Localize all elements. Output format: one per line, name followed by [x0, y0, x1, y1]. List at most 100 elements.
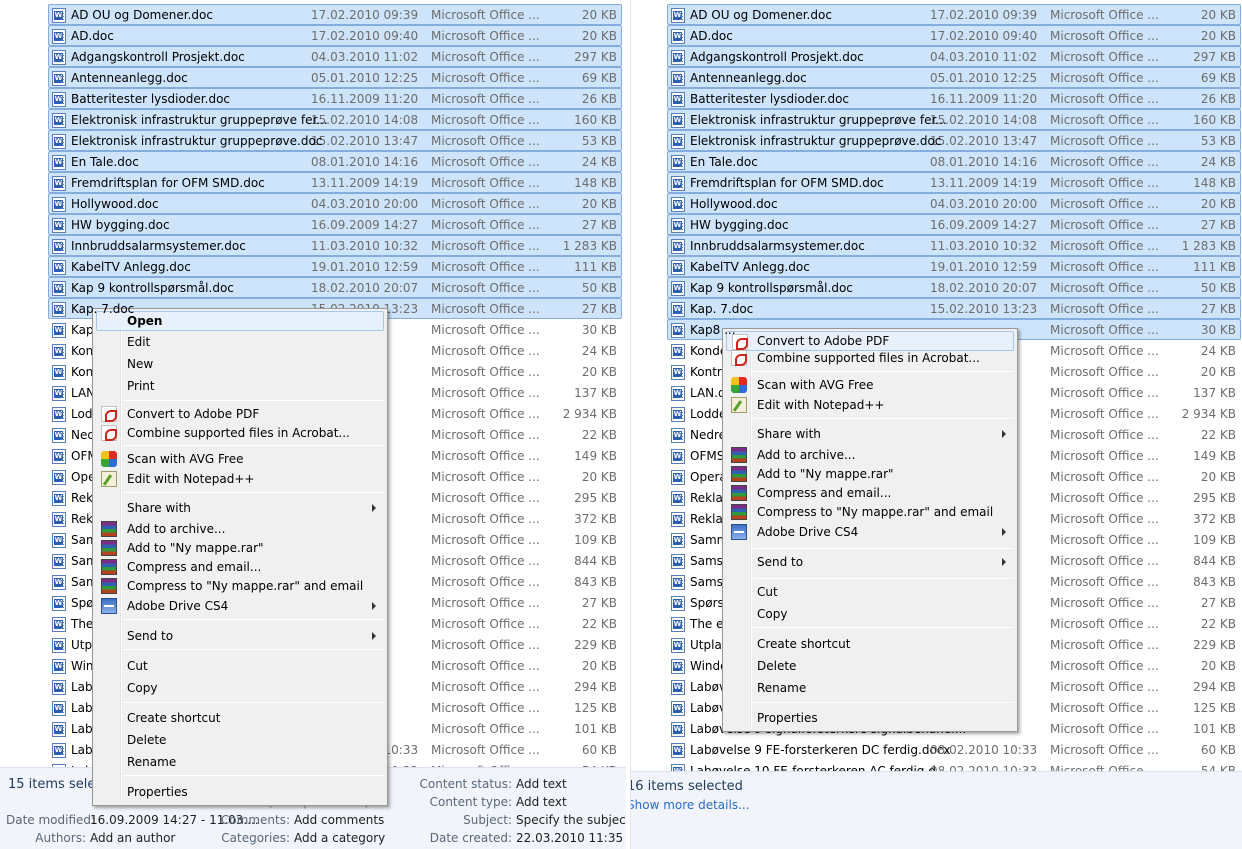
file-type: Microsoft Office ...	[1050, 701, 1159, 715]
file-row[interactable]: Batteritester lysdioder.doc16.11.2009 11…	[48, 88, 622, 109]
menu-item-share-with[interactable]: Share with	[726, 424, 1014, 444]
file-row[interactable]: Elektronisk infrastruktur gruppeprøve.do…	[48, 130, 622, 151]
selection-count: 16 items selected	[630, 779, 743, 794]
file-row[interactable]: HW bygging.doc16.09.2009 14:27Microsoft …	[667, 214, 1241, 235]
word-document-icon	[671, 491, 685, 506]
file-size: 22 KB	[581, 617, 617, 631]
menu-item-combine-supported-files-in-acrobat[interactable]: Combine supported files in Acrobat...	[726, 348, 1014, 368]
file-row[interactable]: Kap 9 kontrollspørsmål.doc18.02.2010 20:…	[48, 277, 622, 298]
menu-item-rename[interactable]: Rename	[726, 678, 1014, 698]
adobe-drive-icon	[731, 524, 747, 540]
menu-item-rename[interactable]: Rename	[96, 752, 384, 772]
file-row[interactable]: AD.doc17.02.2010 09:40Microsoft Office .…	[667, 25, 1241, 46]
content-type-value[interactable]: Add text	[516, 795, 567, 809]
file-row[interactable]: HW bygging.doc16.09.2009 14:27Microsoft …	[48, 214, 622, 235]
menu-item-convert-to-adobe-pdf[interactable]: Convert to Adobe PDF	[96, 404, 384, 424]
file-row[interactable]: Elektronisk infrastruktur gruppeprøve.do…	[667, 130, 1241, 151]
file-row[interactable]: AD.doc17.02.2010 09:40Microsoft Office .…	[48, 25, 622, 46]
menu-item-label: Share with	[127, 501, 191, 515]
word-document-icon	[671, 323, 685, 338]
menu-item-share-with[interactable]: Share with	[96, 498, 384, 518]
file-row[interactable]: Elektronisk infrastruktur gruppeprøve fe…	[48, 109, 622, 130]
file-type: Microsoft Office ...	[431, 176, 540, 190]
menu-item-edit-with-notepad[interactable]: Edit with Notepad++	[726, 395, 1014, 415]
file-row[interactable]: Hollywood.doc04.03.2010 20:00Microsoft O…	[48, 193, 622, 214]
winrar-icon	[101, 578, 117, 594]
menu-item-copy[interactable]: Copy	[726, 604, 1014, 624]
word-document-icon	[52, 659, 66, 674]
file-size: 109 KB	[1193, 533, 1236, 547]
menu-item-adobe-drive-cs4[interactable]: Adobe Drive CS4	[726, 522, 1014, 542]
file-row[interactable]: KabelTV Anlegg.doc19.01.2010 12:59Micros…	[48, 256, 622, 277]
comments-value[interactable]: Add comments	[294, 813, 384, 827]
file-row[interactable]: En Tale.doc08.01.2010 14:16Microsoft Off…	[48, 151, 622, 172]
word-document-icon	[52, 722, 66, 737]
menu-item-edit-with-notepad[interactable]: Edit with Notepad++	[96, 469, 384, 489]
word-document-icon	[671, 302, 685, 317]
word-document-icon	[671, 71, 685, 86]
menu-item-label: Rename	[757, 681, 807, 695]
menu-item-combine-supported-files-in-acrobat[interactable]: Combine supported files in Acrobat...	[96, 423, 384, 443]
file-type: Microsoft Office ...	[1050, 743, 1159, 757]
menu-item-compress-and-email[interactable]: Compress and email...	[96, 557, 384, 577]
menu-item-delete[interactable]: Delete	[726, 656, 1014, 676]
file-row[interactable]: Batteritester lysdioder.doc16.11.2009 11…	[667, 88, 1241, 109]
file-size: 60 KB	[1200, 743, 1236, 757]
menu-item-properties[interactable]: Properties	[96, 782, 384, 802]
menu-item-copy[interactable]: Copy	[96, 678, 384, 698]
word-document-icon	[52, 428, 66, 443]
file-type: Microsoft Office ...	[431, 197, 540, 211]
content-status-value[interactable]: Add text	[516, 777, 567, 791]
file-row[interactable]: AD OU og Domener.doc17.02.2010 09:39Micr…	[48, 4, 622, 25]
menu-item-cut[interactable]: Cut	[726, 582, 1014, 602]
file-type: Microsoft Office ...	[431, 407, 540, 421]
file-type: Microsoft Office ...	[1050, 71, 1159, 85]
menu-item-add-to-archive[interactable]: Add to archive...	[96, 519, 384, 539]
menu-item-print[interactable]: Print	[96, 376, 384, 396]
menu-item-adobe-drive-cs4[interactable]: Adobe Drive CS4	[96, 596, 384, 616]
menu-item-create-shortcut[interactable]: Create shortcut	[96, 708, 384, 728]
show-more-details-link[interactable]: Show more details...	[631, 798, 750, 812]
file-type: Microsoft Office ...	[431, 218, 540, 232]
menu-item-add-to-ny-mappe-rar[interactable]: Add to "Ny mappe.rar"	[96, 538, 384, 558]
menu-item-add-to-archive[interactable]: Add to archive...	[726, 445, 1014, 465]
file-row[interactable]: Kap. 7.doc15.02.2010 13:23Microsoft Offi…	[48, 298, 622, 319]
file-row[interactable]: Fremdriftsplan for OFM SMD.doc13.11.2009…	[667, 172, 1241, 193]
file-row[interactable]: Adgangskontroll Prosjekt.doc04.03.2010 1…	[48, 46, 622, 67]
file-row[interactable]: Kap 9 kontrollspørsmål.doc18.02.2010 20:…	[667, 277, 1241, 298]
file-row[interactable]: Elektronisk infrastruktur gruppeprøve fe…	[667, 109, 1241, 130]
menu-item-cut[interactable]: Cut	[96, 656, 384, 676]
authors-value[interactable]: Add an author	[90, 831, 175, 845]
menu-item-create-shortcut[interactable]: Create shortcut	[726, 634, 1014, 654]
file-row[interactable]: Antenneanlegg.doc05.01.2010 12:25Microso…	[48, 67, 622, 88]
menu-item-properties[interactable]: Properties	[726, 708, 1014, 728]
menu-item-edit[interactable]: Edit	[96, 332, 384, 352]
file-row[interactable]: Innbruddsalarmsystemer.doc11.03.2010 10:…	[667, 235, 1241, 256]
file-row[interactable]: AD OU og Domener.doc17.02.2010 09:39Micr…	[667, 4, 1241, 25]
file-row[interactable]: Antenneanlegg.doc05.01.2010 12:25Microso…	[667, 67, 1241, 88]
menu-item-add-to-ny-mappe-rar[interactable]: Add to "Ny mappe.rar"	[726, 464, 1014, 484]
menu-item-delete[interactable]: Delete	[96, 730, 384, 750]
subject-value[interactable]: Specify the subject	[516, 813, 626, 827]
file-row[interactable]: En Tale.doc08.01.2010 14:16Microsoft Off…	[667, 151, 1241, 172]
menu-item-scan-with-avg-free[interactable]: Scan with AVG Free	[96, 449, 384, 469]
file-row[interactable]: Innbruddsalarmsystemer.doc11.03.2010 10:…	[48, 235, 622, 256]
menu-item-compress-to-ny-mappe-rar-and-email[interactable]: Compress to "Ny mappe.rar" and email	[726, 502, 1014, 522]
menu-item-send-to[interactable]: Send to	[726, 552, 1014, 572]
file-size: 843 KB	[574, 575, 617, 589]
file-type: Microsoft Office ...	[1050, 113, 1159, 127]
menu-item-scan-with-avg-free[interactable]: Scan with AVG Free	[726, 375, 1014, 395]
file-row[interactable]: Kap. 7.doc15.02.2010 13:23Microsoft Offi…	[667, 298, 1241, 319]
file-row[interactable]: Hollywood.doc04.03.2010 20:00Microsoft O…	[667, 193, 1241, 214]
menu-item-new[interactable]: New	[96, 354, 384, 374]
menu-item-send-to[interactable]: Send to	[96, 626, 384, 646]
menu-item-compress-and-email[interactable]: Compress and email...	[726, 483, 1014, 503]
file-row[interactable]: Fremdriftsplan for OFM SMD.doc13.11.2009…	[48, 172, 622, 193]
file-size: 148 KB	[1193, 176, 1236, 190]
file-row[interactable]: Labøvelse 9 FE-forsterkeren DC ferdig.do…	[667, 739, 1241, 760]
file-row[interactable]: Kap8 ... Microsoft Office ... 30 KB	[667, 319, 1241, 340]
categories-value[interactable]: Add a category	[294, 831, 385, 845]
file-row[interactable]: Adgangskontroll Prosjekt.doc04.03.2010 1…	[667, 46, 1241, 67]
menu-item-compress-to-ny-mappe-rar-and-email[interactable]: Compress to "Ny mappe.rar" and email	[96, 576, 384, 596]
file-row[interactable]: KabelTV Anlegg.doc19.01.2010 12:59Micros…	[667, 256, 1241, 277]
